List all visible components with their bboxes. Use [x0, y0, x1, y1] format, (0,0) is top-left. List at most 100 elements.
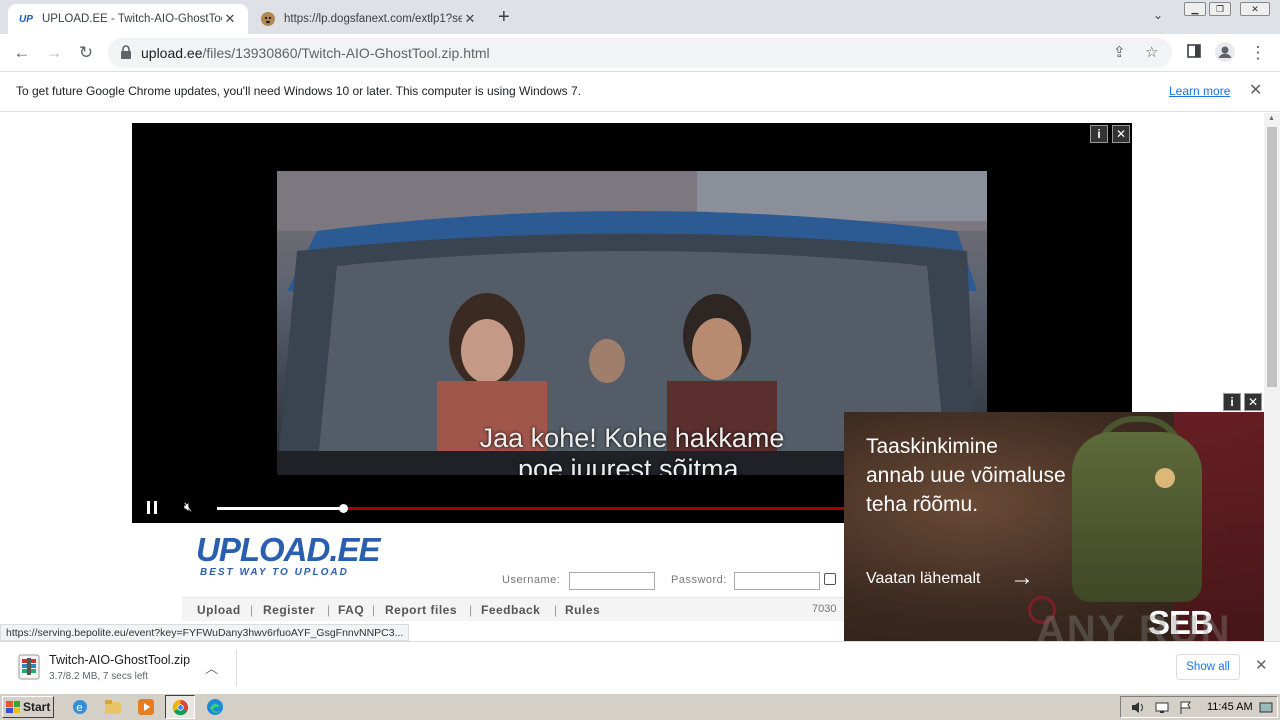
seb-headline: Taaskinkimine annab uue võimaluse teha r… — [866, 432, 1066, 519]
windows-flag-icon — [6, 701, 20, 713]
video-progress-bar[interactable] — [217, 504, 847, 513]
learn-more-link[interactable]: Learn more — [1169, 84, 1230, 98]
windows-taskbar: Start e 11:45 AM — [0, 693, 1280, 720]
seb-ad-close-icon[interactable]: ✕ — [1244, 393, 1262, 411]
seb-headline-2: annab uue võimaluse — [866, 464, 1066, 487]
chrome-icon — [172, 699, 189, 716]
bookmark-star-icon[interactable]: ☆ — [1145, 43, 1158, 61]
browser-toolbar: ← → ↻ upload.ee/files/13930860/Twitch-AI… — [0, 34, 1280, 72]
download-shelf: Twitch-AIO-GhostTool.zip 3.7/8.2 MB, 7 s… — [0, 641, 1280, 693]
remember-checkbox[interactable] — [824, 573, 836, 585]
lock-icon[interactable] — [120, 45, 132, 59]
menu-feedback[interactable]: Feedback — [481, 603, 540, 617]
scrollbar-thumb[interactable] — [1267, 127, 1277, 387]
username-label: Username: — [502, 574, 561, 586]
volume-icon[interactable] — [1131, 701, 1145, 714]
profile-avatar-icon[interactable] — [1214, 42, 1236, 64]
address-bar[interactable]: upload.ee/files/13930860/Twitch-AIO-Ghos… — [108, 38, 1172, 68]
upload-ee-favicon: UP — [19, 13, 33, 25]
clock: 11:45 AM — [1207, 701, 1253, 713]
tab-upload-ee[interactable]: UP UPLOAD.EE - Twitch-AIO-GhostTool.z ✕ — [8, 4, 248, 34]
new-tab-button[interactable]: + — [498, 6, 510, 29]
show-desktop-icon[interactable] — [1259, 701, 1273, 714]
site-menu: Upload | Register | FAQ | Report files |… — [182, 597, 862, 621]
pause-icon[interactable] — [146, 501, 158, 514]
chevron-up-icon[interactable]: ︿ — [205, 658, 218, 677]
username-input[interactable] — [569, 572, 655, 590]
password-label: Password: — [671, 574, 727, 586]
edge-icon[interactable] — [205, 698, 225, 716]
system-tray: 11:45 AM — [1120, 696, 1278, 718]
chrome-taskbar-button[interactable] — [165, 695, 195, 719]
download-status: 3.7/8.2 MB, 7 secs left — [49, 671, 148, 682]
muted-speaker-icon[interactable]: 🔇︎ — [184, 499, 192, 515]
show-all-button[interactable]: Show all — [1176, 654, 1240, 680]
reload-icon[interactable]: ↻ — [75, 42, 97, 64]
menu-separator: | — [554, 603, 558, 617]
media-player-icon[interactable] — [136, 698, 156, 716]
close-tab-icon[interactable]: ✕ — [462, 11, 478, 27]
menu-rules[interactable]: Rules — [565, 603, 600, 617]
file-explorer-icon[interactable] — [103, 698, 123, 716]
seb-ad-banner[interactable]: Taaskinkimine annab uue võimaluse teha r… — [844, 412, 1264, 641]
close-shelf-icon[interactable]: ✕ — [1255, 656, 1268, 674]
forward-arrow-icon[interactable]: → — [43, 42, 65, 64]
tab-dogsfanext[interactable]: https://lp.dogsfanext.com/extlp1?se ✕ — [250, 4, 488, 34]
menu-separator: | — [372, 603, 376, 617]
close-window-button[interactable]: ✕ — [1240, 2, 1270, 16]
menu-separator: | — [469, 603, 473, 617]
menu-register[interactable]: Register — [263, 603, 315, 617]
infobar-close-icon[interactable]: ✕ — [1249, 80, 1262, 100]
backpack-graphic — [1072, 432, 1202, 602]
video-progress-played — [217, 507, 343, 510]
share-icon[interactable]: ⇪ — [1113, 43, 1126, 61]
logo-wordmark: UPLOAD.EE — [196, 531, 381, 568]
menu-faq[interactable]: FAQ — [338, 603, 364, 617]
url-host: upload.ee — [141, 45, 203, 61]
seb-headline-3: teha rõõmu. — [866, 493, 979, 516]
menu-kebab-icon[interactable]: ⋮ — [1247, 42, 1269, 64]
start-button[interactable]: Start — [2, 696, 54, 718]
scroll-up-icon[interactable]: ▲ — [1268, 115, 1275, 122]
action-center-flag-icon[interactable] — [1179, 701, 1193, 714]
seb-ad-info-icon[interactable]: i — [1223, 393, 1241, 411]
minimize-button[interactable]: ▁ — [1184, 2, 1206, 16]
download-filename[interactable]: Twitch-AIO-GhostTool.zip — [49, 653, 190, 667]
page-content: Jaa kohe! Kohe hakkame poe juurest sõitm… — [0, 113, 1264, 641]
close-tab-icon[interactable]: ✕ — [222, 11, 238, 27]
backpack-button-graphic — [1155, 468, 1175, 488]
svg-text:e: e — [76, 701, 83, 714]
ad-info-icon[interactable]: i — [1090, 125, 1108, 143]
tab-title: UPLOAD.EE - Twitch-AIO-GhostTool.z — [42, 13, 222, 25]
internet-explorer-icon[interactable]: e — [70, 698, 90, 716]
page-scrollbar[interactable]: ▲ — [1264, 113, 1280, 641]
network-icon[interactable] — [1155, 701, 1169, 714]
seb-headline-1: Taaskinkimine — [866, 435, 998, 458]
menu-separator: | — [327, 603, 331, 617]
update-infobar: To get future Google Chrome updates, you… — [0, 72, 1280, 112]
password-input[interactable] — [734, 572, 820, 590]
zip-file-icon — [18, 654, 40, 680]
menu-upload[interactable]: Upload — [197, 603, 241, 617]
side-panel-icon[interactable] — [1183, 42, 1205, 64]
ad-close-icon[interactable]: ✕ — [1112, 125, 1130, 143]
logo-tagline: BEST WAY TO UPLOAD — [200, 567, 349, 578]
link-status-url: https://serving.bepolite.eu/event?key=FY… — [0, 624, 410, 641]
menu-report-files[interactable]: Report files — [385, 603, 457, 617]
upload-ee-logo[interactable]: UPLOAD.EE BEST WAY TO UPLOAD — [196, 531, 381, 579]
menu-separator: | — [250, 603, 254, 617]
arrow-right-icon[interactable]: → — [1010, 564, 1034, 592]
url-text: upload.ee/files/13930860/Twitch-AIO-Ghos… — [141, 45, 490, 61]
tab-title: https://lp.dogsfanext.com/extlp1?se — [284, 13, 462, 25]
shelf-divider — [236, 650, 237, 686]
file-counter: 7030 — [812, 603, 837, 615]
restore-button[interactable]: ❐ — [1209, 2, 1231, 16]
back-arrow-icon[interactable]: ← — [11, 42, 33, 64]
tab-strip: UP UPLOAD.EE - Twitch-AIO-GhostTool.z ✕ … — [0, 0, 1280, 34]
video-progress-knob[interactable] — [339, 504, 348, 513]
start-label: Start — [23, 700, 51, 714]
url-path: /files/13930860/Twitch-AIO-GhostTool.zip… — [202, 45, 490, 61]
tab-search-chevron-icon[interactable]: ⌄ — [1153, 8, 1163, 22]
seb-cta-link[interactable]: Vaatan lähemalt — [866, 570, 980, 588]
dog-favicon-icon — [260, 11, 276, 27]
